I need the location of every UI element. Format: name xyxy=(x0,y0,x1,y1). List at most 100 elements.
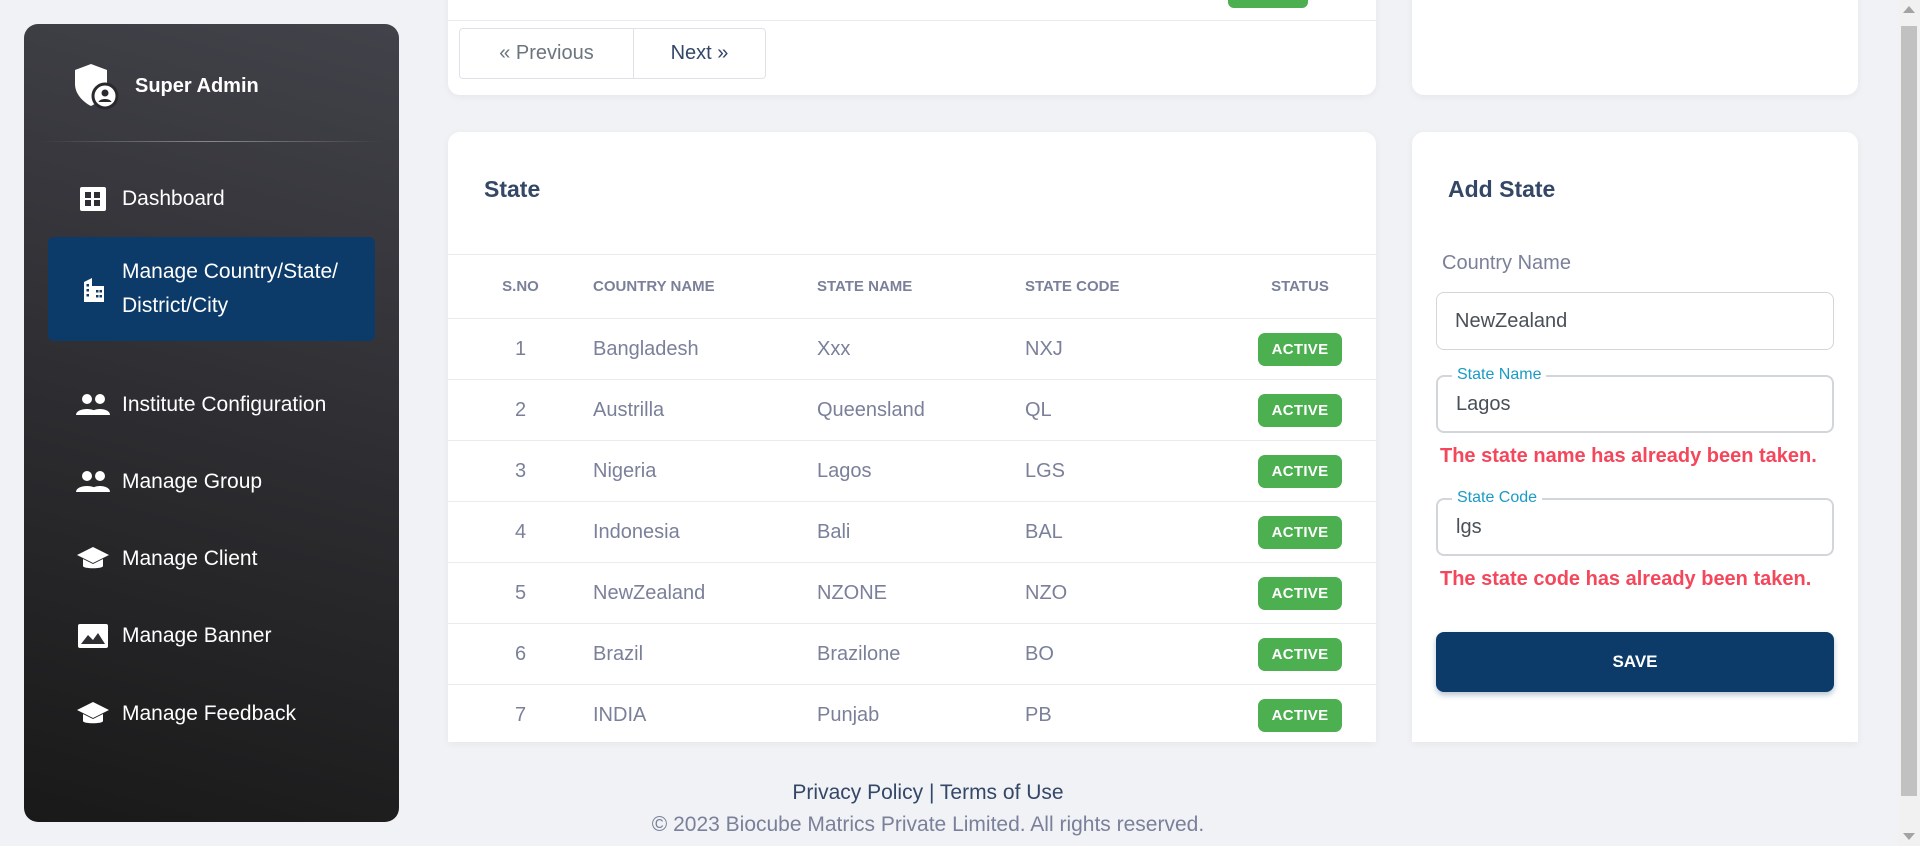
sidebar-item-label: Institute Configuration xyxy=(122,393,327,416)
table-row: 1 Bangladesh Xxx NXJ ACTIVE xyxy=(448,318,1376,380)
state-table: S.NO COUNTRY NAME STATE NAME STATE CODE … xyxy=(448,254,1376,742)
admin-shield-icon xyxy=(75,64,119,110)
scrollbar-thumb[interactable] xyxy=(1901,26,1917,796)
cell-sno: 4 xyxy=(448,501,592,563)
sidebar-item-label-line2: District/City xyxy=(122,294,229,317)
column-header-country: COUNTRY NAME xyxy=(592,254,816,319)
cell-code: NZO xyxy=(1024,562,1224,624)
save-button[interactable]: SAVE xyxy=(1436,632,1834,692)
state-code-error: The state code has already been taken. xyxy=(1440,568,1812,590)
sidebar-item-label: Manage Client xyxy=(122,547,258,570)
cell-state: NZONE xyxy=(816,562,1024,624)
row-divider xyxy=(448,20,1376,21)
cell-code: QL xyxy=(1024,379,1224,441)
cell-country: Brazil xyxy=(592,623,816,685)
footer-separator: | xyxy=(928,781,935,804)
cell-status: ACTIVE xyxy=(1224,318,1376,380)
table-row: 4 Indonesia Bali BAL ACTIVE xyxy=(448,501,1376,563)
state-card: State S.NO COUNTRY NAME STATE NAME STATE… xyxy=(448,132,1376,742)
state-code-value: lgs xyxy=(1456,515,1482,538)
status-badge-partial xyxy=(1228,0,1308,8)
cell-state: Punjab xyxy=(816,684,1024,742)
cell-state: Lagos xyxy=(816,440,1024,502)
sidebar-item-manage-group[interactable]: Manage Group xyxy=(48,459,375,505)
status-badge[interactable]: ACTIVE xyxy=(1257,698,1343,732)
column-header-code: STATE CODE xyxy=(1024,254,1224,319)
cell-sno: 2 xyxy=(448,379,592,441)
people-icon xyxy=(76,465,110,499)
sidebar-item-manage-banner[interactable]: Manage Banner xyxy=(48,613,375,659)
sidebar-item-label: Manage Group xyxy=(122,470,263,493)
cell-code: NXJ xyxy=(1024,318,1224,380)
cell-status: ACTIVE xyxy=(1224,501,1376,563)
image-icon xyxy=(76,619,110,653)
sidebar-divider xyxy=(40,141,383,142)
cell-code: PB xyxy=(1024,684,1224,742)
status-badge[interactable]: ACTIVE xyxy=(1257,332,1343,366)
state-name-error: The state name has already been taken. xyxy=(1440,445,1817,467)
school-icon xyxy=(76,697,110,731)
sidebar-item-manage-country-state[interactable]: Manage Country/State/ District/City xyxy=(48,237,375,341)
add-country-card-bottom xyxy=(1412,0,1858,95)
sidebar-item-label: Manage Feedback xyxy=(122,702,296,725)
cell-country: Indonesia xyxy=(592,501,816,563)
people-icon xyxy=(76,388,110,422)
country-name-select[interactable]: NewZealand xyxy=(1436,292,1834,350)
status-badge[interactable]: ACTIVE xyxy=(1257,576,1343,610)
sidebar-item-label-line1: Manage Country/State/ xyxy=(122,260,338,283)
cell-sno: 6 xyxy=(448,623,592,685)
country-name-label: Country Name xyxy=(1442,252,1571,274)
cell-status: ACTIVE xyxy=(1224,623,1376,685)
cell-country: NewZealand xyxy=(592,562,816,624)
scroll-down-arrow-icon[interactable] xyxy=(1903,833,1915,840)
dashboard-icon xyxy=(76,182,110,216)
column-header-state: STATE NAME xyxy=(816,254,1024,319)
column-header-status: STATUS xyxy=(1224,254,1376,319)
sidebar-item-manage-client[interactable]: Manage Client xyxy=(48,536,375,582)
sidebar-item-label: Dashboard xyxy=(122,187,225,210)
add-state-card: Add State Country Name NewZealand State … xyxy=(1412,132,1858,742)
cell-sno: 3 xyxy=(448,440,592,502)
cell-code: LGS xyxy=(1024,440,1224,502)
cell-status: ACTIVE xyxy=(1224,684,1376,742)
cell-state: Brazilone xyxy=(816,623,1024,685)
cell-code: BO xyxy=(1024,623,1224,685)
copyright-text: © 2023 Biocube Matrics Private Limited. … xyxy=(651,813,1205,836)
cell-country: Bangladesh xyxy=(592,318,816,380)
state-name-value: Lagos xyxy=(1456,392,1511,415)
previous-page-button[interactable]: « Previous xyxy=(459,28,634,79)
privacy-policy-link[interactable]: Privacy Policy xyxy=(792,781,923,804)
cell-state: Queensland xyxy=(816,379,1024,441)
country-name-value: NewZealand xyxy=(1455,309,1568,332)
table-header-row: S.NO COUNTRY NAME STATE NAME STATE CODE … xyxy=(448,254,1376,319)
apartment-icon xyxy=(76,272,110,306)
sidebar-item-label: Manage Country/State/ District/City xyxy=(122,255,338,323)
status-badge[interactable]: ACTIVE xyxy=(1257,637,1343,671)
status-badge[interactable]: ACTIVE xyxy=(1257,454,1343,488)
status-badge[interactable]: ACTIVE xyxy=(1257,393,1343,427)
cell-status: ACTIVE xyxy=(1224,562,1376,624)
cell-code: BAL xyxy=(1024,501,1224,563)
brand-title: Super Admin xyxy=(135,74,259,97)
scroll-up-arrow-icon[interactable] xyxy=(1903,6,1915,13)
sidebar-item-dashboard[interactable]: Dashboard xyxy=(48,176,375,222)
pagination: « Previous Next » xyxy=(459,28,766,79)
cell-sno: 7 xyxy=(448,684,592,742)
state-name-input[interactable]: State Name Lagos xyxy=(1436,366,1834,433)
terms-of-use-link[interactable]: Terms of Use xyxy=(940,781,1064,804)
state-card-title: State xyxy=(484,176,541,202)
next-page-button[interactable]: Next » xyxy=(634,28,766,79)
add-state-title: Add State xyxy=(1448,176,1556,202)
sidebar-item-manage-feedback[interactable]: Manage Feedback xyxy=(48,691,375,737)
page-scrollbar[interactable] xyxy=(1898,0,1920,846)
table-row: 5 NewZealand NZONE NZO ACTIVE xyxy=(448,562,1376,624)
status-badge[interactable]: ACTIVE xyxy=(1257,515,1343,549)
table-row: 7 INDIA Punjab PB ACTIVE xyxy=(448,684,1376,742)
cell-sno: 1 xyxy=(448,318,592,380)
state-code-input[interactable]: State Code lgs xyxy=(1436,489,1834,556)
cell-status: ACTIVE xyxy=(1224,440,1376,502)
sidebar-item-institute-configuration[interactable]: Institute Configuration xyxy=(48,382,375,428)
cell-sno: 5 xyxy=(448,562,592,624)
brand[interactable]: Super Admin xyxy=(69,60,259,112)
sidebar-item-label: Manage Banner xyxy=(122,624,272,647)
